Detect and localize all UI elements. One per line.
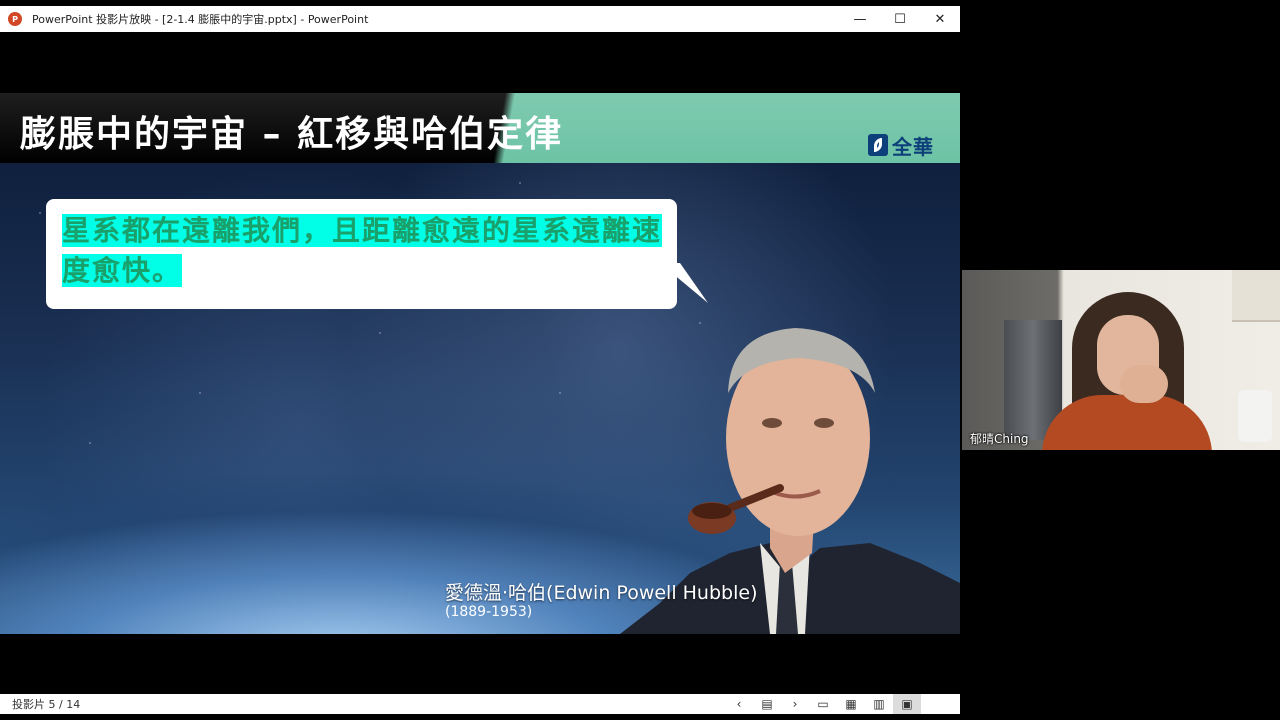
slideshow-tools: ‹ ▤ › ▭ ▦ ▥ ▣ [725, 694, 921, 714]
portrait-caption-name: 愛德溫·哈伯(Edwin Powell Hubble) [445, 582, 758, 604]
bubble-highlight: 星系都在遠離我們，且距離愈遠的星系遠離速度愈快。 [62, 214, 663, 287]
slideshow-view-icon[interactable]: ▣ [893, 694, 921, 714]
powerpoint-app-icon: P [8, 12, 22, 26]
maximize-button[interactable]: ☐ [880, 6, 920, 32]
window-controls: — ☐ ✕ [840, 6, 960, 32]
reading-view-icon[interactable]: ▥ [865, 694, 893, 714]
portrait-caption-years: (1889-1953) [445, 604, 533, 620]
logo-text: 全華 [892, 134, 934, 159]
webcam-cabinet [1232, 270, 1280, 322]
next-slide-icon[interactable]: › [781, 694, 809, 714]
webcam-kettle [1238, 390, 1272, 442]
speech-bubble: 星系都在遠離我們，且距離愈遠的星系遠離速度愈快。 [46, 199, 677, 309]
slide-menu-icon[interactable]: ▤ [753, 694, 781, 714]
logo-mark-icon [868, 134, 888, 156]
window-titlebar[interactable]: P PowerPoint 投影片放映 - [2-1.4 膨脹中的宇宙.pptx]… [0, 6, 960, 32]
slide-title: 膨脹中的宇宙 – 紅移與哈伯定律 [20, 114, 564, 155]
webcam-person-hand [1120, 365, 1168, 403]
normal-view-icon[interactable]: ▭ [809, 694, 837, 714]
publisher-logo: 全華 [868, 132, 934, 159]
previous-slide-icon[interactable]: ‹ [725, 694, 753, 714]
slide-sorter-icon[interactable]: ▦ [837, 694, 865, 714]
slide-canvas[interactable]: 膨脹中的宇宙 – 紅移與哈伯定律 全華 星系都在遠離我們，且距離愈遠的星系遠離速… [0, 93, 960, 634]
slide-counter: 投影片 5 / 14 [12, 698, 81, 711]
minimize-button[interactable]: — [840, 6, 880, 32]
slideshow-statusbar: 投影片 5 / 14 ‹ ▤ › ▭ ▦ ▥ ▣ [0, 694, 960, 714]
window-title: PowerPoint 投影片放映 - [2-1.4 膨脹中的宇宙.pptx] -… [32, 13, 369, 26]
bubble-text: 星系都在遠離我們，且距離愈遠的星系遠離速度愈快。 [62, 211, 663, 291]
participant-video-tile[interactable]: 郁晴Ching [962, 270, 1280, 450]
participant-name: 郁晴Ching [970, 432, 1029, 446]
close-button[interactable]: ✕ [920, 6, 960, 32]
powerpoint-window: P PowerPoint 投影片放映 - [2-1.4 膨脹中的宇宙.pptx]… [0, 6, 960, 720]
